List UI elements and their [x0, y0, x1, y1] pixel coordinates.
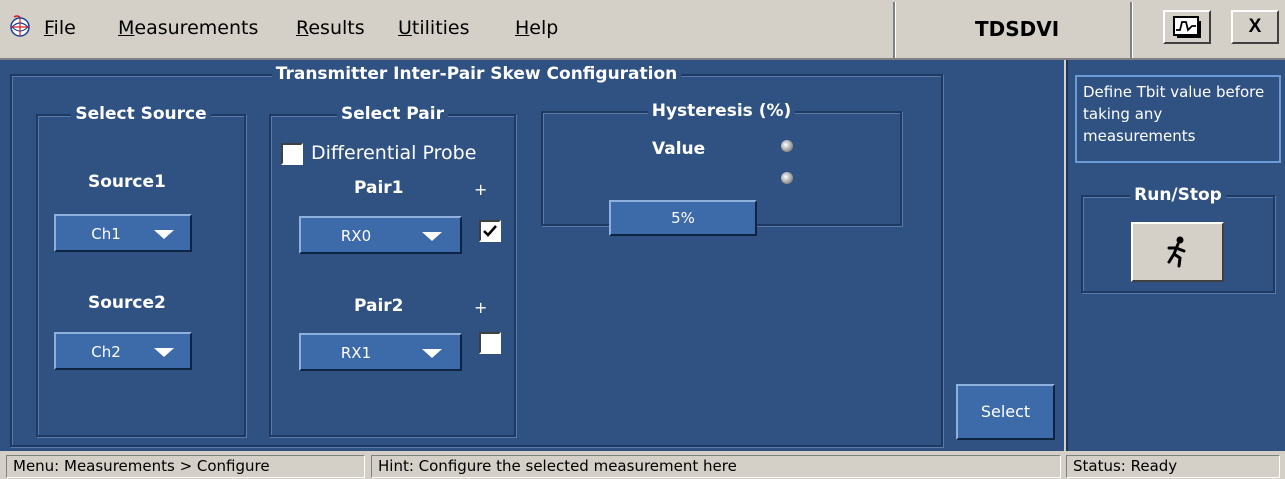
- runstop-title: Run/Stop: [1083, 185, 1273, 205]
- menu-utilities-label: tilities: [411, 17, 470, 39]
- differential-probe-checkbox[interactable]: [281, 143, 303, 165]
- source2-label: Source2: [88, 293, 166, 313]
- menu-file[interactable]: File: [44, 17, 76, 39]
- menu-measurements[interactable]: Measurements: [118, 17, 258, 39]
- hysteresis-title-text: Hysteresis (%): [647, 101, 796, 121]
- app-icon[interactable]: [8, 14, 32, 38]
- status-menu-path: Menu: Measurements > Configure: [6, 455, 365, 478]
- config-title: Transmitter Inter-Pair Skew Configuratio…: [12, 64, 941, 84]
- pair2-dropdown[interactable]: RX1: [299, 333, 462, 371]
- menubar-divider: [893, 2, 896, 58]
- chevron-down-icon: [422, 232, 442, 241]
- running-man-icon: [1167, 236, 1186, 268]
- menu-help[interactable]: Help: [515, 17, 558, 39]
- run-stop-button[interactable]: [1131, 222, 1224, 282]
- source2-value: Ch2: [91, 343, 121, 361]
- scope-view-button[interactable]: [1163, 10, 1211, 44]
- pair1-value: RX0: [340, 227, 372, 245]
- pair2-checkbox[interactable]: [479, 332, 501, 354]
- increment-knob-icon[interactable]: [781, 140, 793, 152]
- select-button[interactable]: Select: [956, 384, 1055, 440]
- decrement-knob-icon[interactable]: [781, 172, 793, 184]
- pair2-label: Pair2: [354, 296, 404, 316]
- select-pair-title-text: Select Pair: [337, 104, 448, 124]
- pair1-checkbox[interactable]: [479, 220, 501, 242]
- close-button[interactable]: X: [1231, 10, 1279, 44]
- menu-file-mnemonic: F: [44, 17, 54, 39]
- close-icon: X: [1248, 16, 1262, 37]
- menu-measurements-mnemonic: M: [118, 17, 135, 39]
- status-bar: Menu: Measurements > Configure Hint: Con…: [0, 451, 1285, 479]
- app-title: TDSDVI: [975, 17, 1060, 41]
- menu-results-mnemonic: R: [296, 17, 309, 39]
- status-hint: Hint: Configure the selected measurement…: [371, 455, 1061, 478]
- select-pair-title: Select Pair: [271, 104, 514, 124]
- menu-measurements-label: easurements: [134, 17, 259, 39]
- chevron-down-icon: [154, 230, 174, 239]
- status-ready: Status: Ready: [1066, 455, 1280, 478]
- pair1-dropdown[interactable]: RX0: [299, 216, 462, 254]
- hysteresis-title: Hysteresis (%): [543, 101, 900, 121]
- menu-results-label: esults: [308, 17, 365, 39]
- menu-file-label: ile: [53, 17, 76, 39]
- menu-utilities-mnemonic: U: [398, 17, 412, 39]
- pair1-label: Pair1: [354, 178, 404, 198]
- menu-bar: File Measurements Results Utilities Help…: [0, 0, 1285, 60]
- source2-dropdown[interactable]: Ch2: [54, 332, 192, 370]
- source1-label: Source1: [88, 172, 166, 192]
- source1-dropdown[interactable]: Ch1: [54, 214, 192, 252]
- hysteresis-value-field[interactable]: 5%: [609, 200, 757, 236]
- waveform-icon: [1173, 16, 1201, 38]
- chevron-down-icon: [422, 349, 442, 358]
- chevron-down-icon: [154, 348, 174, 357]
- menubar-divider: [1130, 2, 1133, 58]
- differential-probe-label: Differential Probe: [311, 142, 477, 164]
- select-source-title-text: Select Source: [71, 104, 211, 124]
- pair1-plus: +: [474, 180, 488, 199]
- menu-help-mnemonic: H: [515, 17, 530, 39]
- pair2-value: RX1: [340, 344, 372, 362]
- main-panel: Transmitter Inter-Pair Skew Configuratio…: [0, 60, 1064, 451]
- select-source-groupbox: Select Source: [36, 104, 246, 437]
- source1-value: Ch1: [91, 225, 121, 243]
- pair2-plus: +: [474, 298, 488, 317]
- runstop-title-text: Run/Stop: [1130, 185, 1226, 205]
- menu-utilities[interactable]: Utilities: [398, 17, 470, 39]
- hysteresis-value-label: Value: [652, 139, 706, 159]
- select-source-title: Select Source: [38, 104, 244, 124]
- menu-results[interactable]: Results: [296, 17, 365, 39]
- tbit-hint-box: Define Tbit value before taking any meas…: [1075, 75, 1281, 163]
- config-title-text: Transmitter Inter-Pair Skew Configuratio…: [271, 64, 682, 84]
- menu-help-label: elp: [529, 17, 559, 39]
- checkmark-icon: [483, 225, 497, 237]
